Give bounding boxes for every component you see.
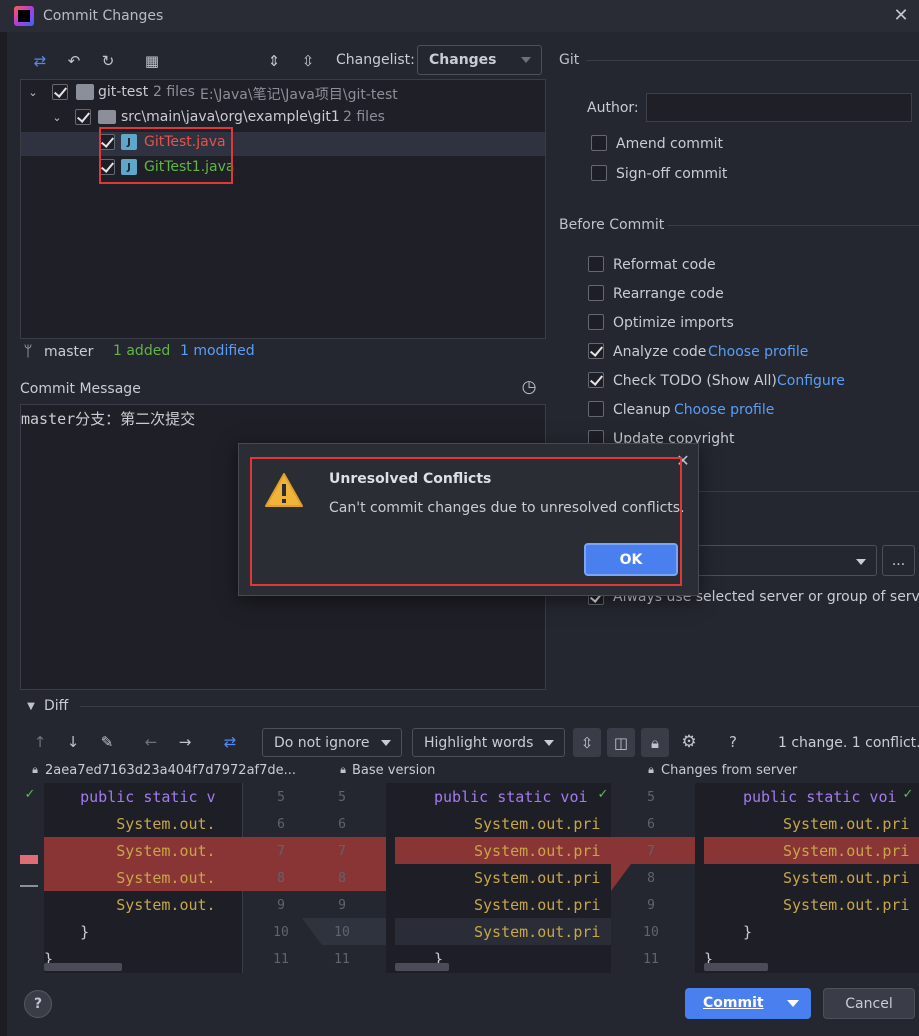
arrow-down-icon[interactable]: ↓ [63,732,83,752]
lock-icon: 🔒︎ [340,763,346,776]
left-scrollbar[interactable] [44,963,122,971]
highlight-select[interactable]: Highlight words [412,728,565,757]
edit-icon[interactable]: ✎ [97,732,117,752]
added-count: 1 added [113,343,171,359]
configure-link[interactable]: Configure [777,373,845,389]
check-todo-label: Check TODO (Show All) [613,373,777,389]
expand-all-icon[interactable]: ⇕ [262,50,286,72]
move-to-changelist-icon[interactable]: ⇄ [28,50,52,72]
lock-icon: 🔒︎ [648,763,654,776]
lock-icon: 🔒︎ [32,763,38,776]
highlight-box-files [99,127,233,184]
rearrange-checkbox[interactable] [588,285,604,301]
amend-checkbox[interactable] [591,135,607,151]
reformat-checkbox[interactable] [588,256,604,272]
chevron-down-icon[interactable]: ⌄ [26,85,40,99]
signoff-checkbox[interactable] [591,165,607,181]
commit-message-label: Commit Message [20,381,141,397]
left-pane-title: 2aea7ed7163d23a404f7d7972af7de... [45,763,297,778]
cancel-button[interactable]: Cancel [823,988,915,1019]
root-count: 2 files [153,84,195,100]
collapse-unchanged-icon[interactable]: ⇳ [573,728,601,757]
settings-gear-icon[interactable]: ⚙ [677,730,701,754]
arrow-left-icon[interactable]: ← [141,732,161,752]
analyze-label: Analyze code [613,344,707,360]
author-input[interactable] [646,93,912,122]
cleanup-label: Cleanup [613,402,671,418]
git-section-title: Git [559,52,580,68]
title-bar: Commit Changes ✕ [0,0,919,32]
lock-icon[interactable]: 🔒︎ [641,728,669,757]
commit-dropdown-arrow-icon[interactable] [787,1000,799,1007]
apply-changes-icon[interactable]: ⇄ [219,732,241,752]
collapse-all-icon[interactable]: ⇳ [296,50,320,72]
window-title: Commit Changes [43,8,164,24]
analyze-checkbox[interactable] [588,343,604,359]
refresh-icon[interactable]: ↻ [96,50,120,72]
analyze-choose-profile-link[interactable]: Choose profile [708,344,808,360]
commit-button[interactable]: Commit [685,988,811,1019]
history-clock-icon[interactable]: ◷ [519,377,539,397]
close-icon[interactable]: ✕ [890,4,912,26]
signoff-label: Sign-off commit [616,166,728,182]
branch-name: master [44,344,94,360]
highlight-box-dialog [250,457,682,586]
root-checkbox[interactable] [52,84,68,100]
folder-checkbox[interactable] [75,109,91,125]
ignore-select[interactable]: Do not ignore [262,728,402,757]
diff-collapse-icon[interactable]: ▼ [24,699,38,713]
modified-count: 1 modified [180,343,255,359]
root-path: E:\Java\笔记\Java项目\git-test [200,87,398,103]
diff-help-icon[interactable]: ? [721,730,745,754]
middle-pane-title: Base version [352,763,436,778]
server-select[interactable] [690,545,877,576]
rearrange-label: Rearrange code [613,286,724,302]
help-button[interactable]: ? [24,990,52,1018]
reformat-label: Reformat code [613,257,716,273]
middle-scrollbar[interactable] [395,963,449,971]
app-logo-icon [14,6,34,26]
branch-icon: ᛘ [23,342,33,360]
folder-count: 2 files [343,109,385,125]
root-name: git-test [98,84,149,100]
right-pane-title: Changes from server [661,763,798,778]
diff-summary: 1 change. 1 conflict. [778,735,919,751]
changelist-label: Changelist: [336,52,415,68]
changelist-select[interactable]: Changes [417,45,542,75]
arrow-right-icon[interactable]: → [175,732,195,752]
amend-label: Amend commit [616,136,723,152]
side-by-side-icon[interactable]: ◫ [607,728,635,757]
right-scrollbar[interactable] [704,963,768,971]
before-commit-title: Before Commit [559,217,665,233]
server-more-button[interactable]: ... [882,545,915,576]
folder-icon [98,110,116,124]
module-folder-icon [76,84,94,100]
optimize-checkbox[interactable] [588,314,604,330]
optimize-label: Optimize imports [613,315,734,331]
check-icon: ✓ [24,786,36,802]
folder-name: src\main\java\org\example\git1 [121,109,340,125]
rollback-icon[interactable]: ↶ [62,50,86,72]
cleanup-choose-profile-link[interactable]: Choose profile [674,402,774,418]
chevron-down-icon[interactable]: ⌄ [50,110,64,124]
group-by-icon[interactable]: ▦ [140,50,164,72]
conflict-band-gutter [242,837,386,891]
cleanup-checkbox[interactable] [588,401,604,417]
author-label: Author: [587,100,639,116]
arrow-up-icon[interactable]: ↑ [30,732,50,752]
check-todo-checkbox[interactable] [588,372,604,388]
diff-title: Diff [44,698,69,714]
commit-message-text: master分支：第二次提交 [21,410,196,428]
